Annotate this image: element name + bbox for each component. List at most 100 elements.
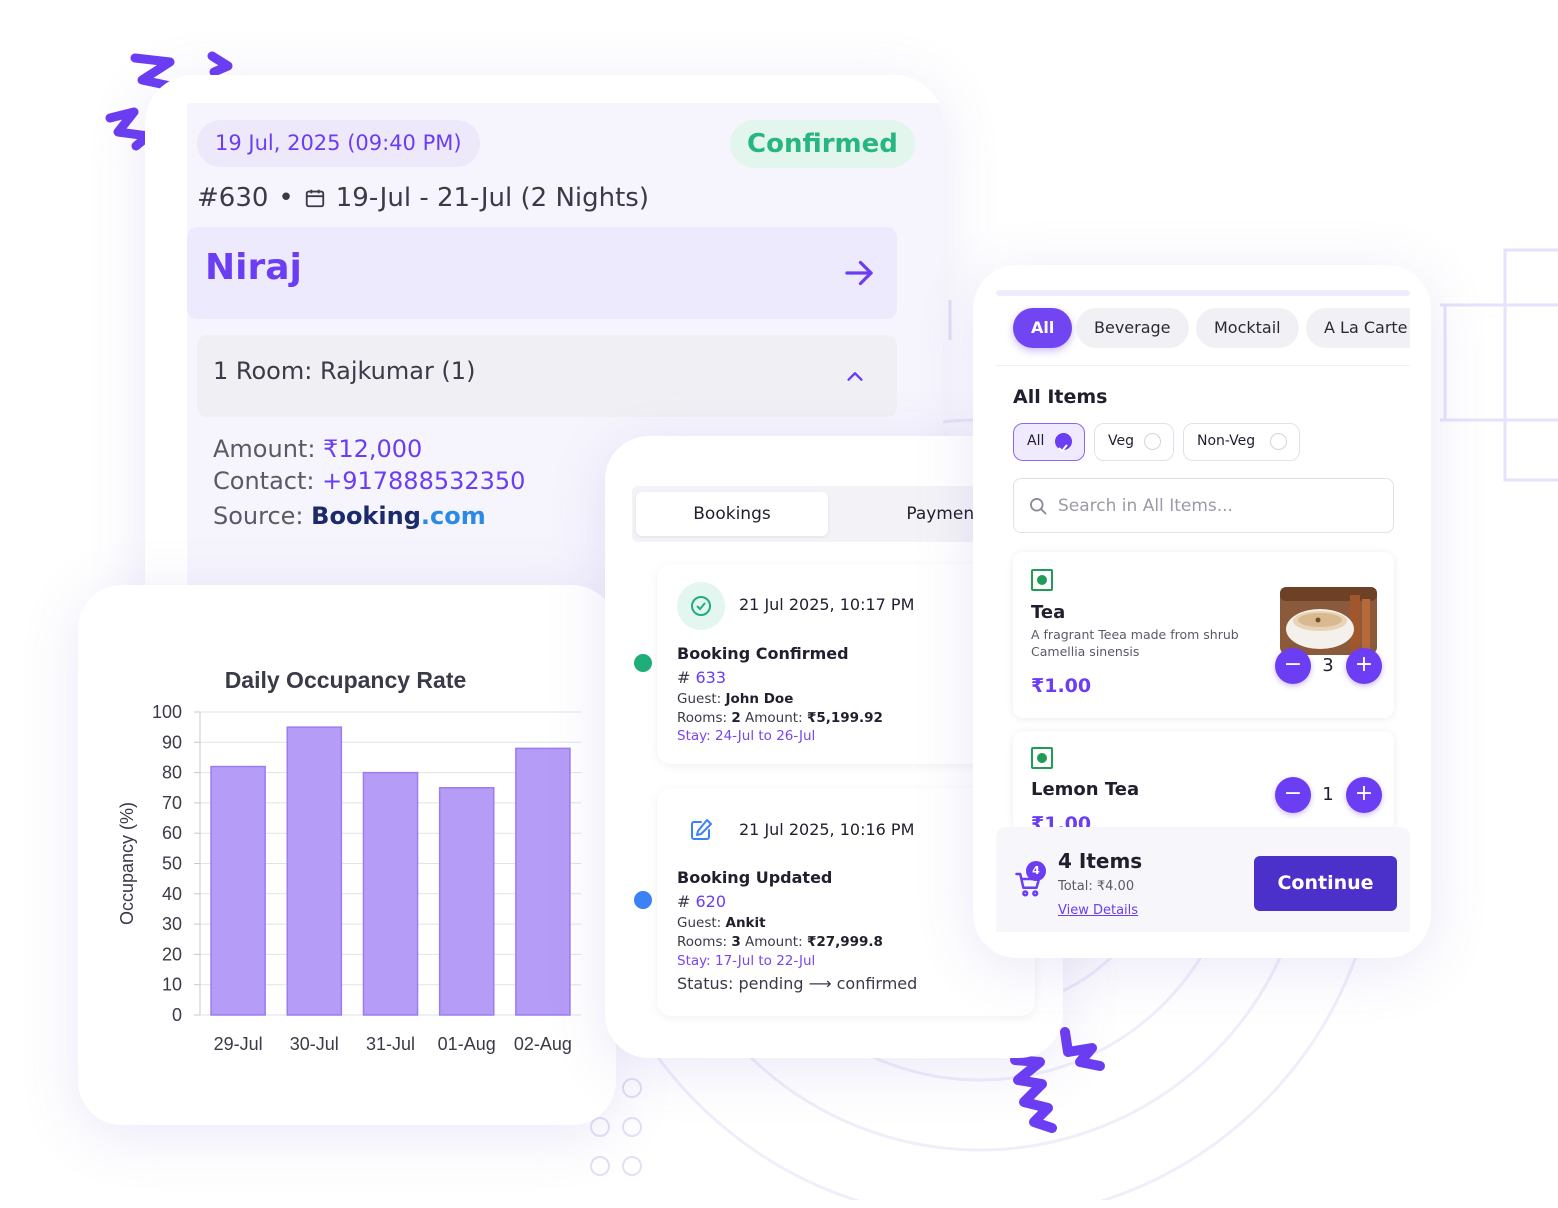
booking-datetime: 19 Jul, 2025 (09:40 PM) [197, 120, 480, 167]
menu-order-card: All Beverage Mocktail A La Carte All Ite… [973, 265, 1431, 958]
chevron-up-icon[interactable] [843, 365, 867, 387]
category-all[interactable]: All [1013, 308, 1073, 348]
event-time: 21 Jul 2025, 10:17 PM [739, 595, 915, 614]
event-time: 21 Jul 2025, 10:16 PM [739, 820, 915, 839]
category-scroller[interactable]: All Beverage Mocktail A La Carte [996, 265, 1410, 365]
cart-items-count: 4 Items [1058, 849, 1143, 873]
booking-com-logo: Booking.com [311, 502, 486, 530]
item-quantity: 3 [1322, 655, 1334, 676]
event-status-change: Status: pending ⟶ confirmed [677, 974, 918, 993]
event-guest: Guest: John Doe [677, 691, 794, 707]
occupancy-bar-chart: Daily Occupancy Rate 0 10 20 30 40 50 60 70 80 90 1… [117, 667, 581, 1054]
x-tick-label: 31-Jul [366, 1034, 415, 1054]
edit-icon [677, 806, 725, 854]
cart-total: Total: ₹4.00 [1058, 879, 1135, 894]
stay-dates: 19-Jul - 21-Jul (2 Nights) [335, 183, 649, 213]
event-guest: Guest: Ankit [677, 915, 766, 931]
continue-button[interactable]: Continue [1254, 856, 1397, 911]
y-tick-label: 30 [162, 914, 182, 934]
amount-row: Amount: ₹12,000 [213, 435, 422, 463]
event-stay: Stay: 24-Jul to 26-Jul [677, 728, 816, 744]
divider [996, 365, 1410, 366]
timeline-dot-blue [634, 891, 652, 909]
item-description: A fragrant Teea made from shrub Camellia… [1031, 627, 1239, 659]
status-badge: Confirmed [730, 120, 915, 168]
calendar-icon [305, 189, 324, 208]
view-details-link[interactable]: View Details [1058, 903, 1138, 918]
arrow-right-icon[interactable] [841, 255, 877, 291]
guest-name: Niraj [205, 247, 302, 288]
increase-quantity-button[interactable]: + [1346, 648, 1382, 684]
check-circle-icon [677, 582, 725, 630]
booking-summary: #630 • 19-Jul - 21-Jul (2 Nights) [197, 183, 649, 213]
y-tick-label: 70 [162, 793, 182, 813]
category-beverage[interactable]: Beverage [1076, 308, 1189, 348]
search-input[interactable] [1058, 491, 1378, 521]
y-tick-label: 10 [162, 975, 182, 995]
increase-quantity-button[interactable]: + [1346, 777, 1382, 813]
y-tick-label: 40 [162, 884, 182, 904]
item-name: Lemon Tea [1031, 779, 1140, 800]
decrease-quantity-button[interactable]: − [1275, 777, 1311, 813]
item-quantity: 1 [1322, 784, 1334, 805]
veg-indicator-icon [1031, 747, 1053, 769]
y-axis-label: Occupancy (%) [117, 802, 137, 925]
y-tick-label: 50 [162, 854, 182, 874]
item-name: Tea [1031, 602, 1066, 623]
contact-row: Contact: +917888532350 [213, 467, 525, 495]
search-box[interactable] [1013, 478, 1394, 533]
chart-title: Daily Occupancy Rate [225, 667, 467, 693]
room-label: 1 Room: Rajkumar (1) [213, 357, 476, 385]
amount-label: Amount: [213, 435, 316, 463]
category-a-la-carte[interactable]: A La Carte [1306, 308, 1410, 348]
guest-row[interactable]: Niraj [187, 227, 897, 319]
filter-all[interactable]: All [1013, 423, 1085, 461]
x-tick-label: 02-Aug [514, 1034, 572, 1054]
search-icon [1030, 498, 1047, 515]
veg-indicator-icon [1031, 569, 1053, 591]
y-tick-label: 80 [162, 763, 182, 783]
booking-number: #630 [197, 183, 269, 213]
filter-non-veg[interactable]: Non-Veg [1183, 423, 1300, 461]
radio-icon [1144, 433, 1161, 450]
contact-value[interactable]: +917888532350 [322, 467, 525, 495]
category-mocktail[interactable]: Mocktail [1196, 308, 1299, 348]
section-title: All Items [1013, 386, 1108, 408]
cart-footer: 4 4 Items Total: ₹4.00 View Details Cont… [996, 827, 1410, 932]
x-tick-label: 01-Aug [438, 1034, 496, 1054]
background-grid [1440, 248, 1558, 482]
y-tick-label: 0 [172, 1005, 182, 1025]
radio-icon [1270, 433, 1287, 450]
menu-item-lemon-tea[interactable]: Lemon Tea ₹1.00 − 1 + [1013, 731, 1394, 831]
item-price: ₹1.00 [1031, 675, 1092, 697]
separator-dot: • [278, 183, 294, 213]
contact-label: Contact: [213, 467, 315, 495]
bar [286, 726, 343, 1016]
occupancy-chart-card: Daily Occupancy Rate 0 10 20 30 40 50 60 70 80 90 1… [78, 585, 616, 1125]
tab-bookings[interactable]: Bookings [636, 492, 828, 536]
amount-value: ₹12,000 [323, 435, 423, 463]
event-rooms-amount: Rooms: 3 Amount: ₹27,999.8 [677, 934, 883, 950]
bar [210, 765, 266, 1016]
event-stay: Stay: 17-Jul to 22-Jul [677, 953, 816, 969]
event-rooms-amount: Rooms: 2 Amount: ₹5,199.92 [677, 710, 883, 726]
filter-veg[interactable]: Veg [1094, 423, 1174, 461]
y-tick-label: 90 [162, 732, 182, 752]
bar [362, 771, 419, 1016]
event-title: Booking Confirmed [677, 644, 849, 663]
decrease-quantity-button[interactable]: − [1275, 648, 1311, 684]
radio-checked-icon [1055, 433, 1072, 453]
room-accordion[interactable]: 1 Room: Rajkumar (1) [197, 335, 897, 417]
y-tick-label: 20 [162, 944, 182, 964]
y-tick-label: 100 [152, 702, 182, 722]
x-tick-label: 29-Jul [214, 1034, 263, 1054]
event-title: Booking Updated [677, 868, 833, 887]
source-row: Source: Booking.com [213, 502, 486, 530]
event-booking-number[interactable]: # 633 [677, 668, 726, 687]
bar [438, 787, 495, 1016]
y-tick-label: 60 [162, 823, 182, 843]
menu-item-tea[interactable]: Tea A fragrant Teea made from shrub Came… [1013, 552, 1394, 718]
event-booking-number[interactable]: # 620 [677, 892, 726, 911]
tea-cup-image [1280, 587, 1377, 655]
timeline-dot-green [634, 654, 652, 672]
